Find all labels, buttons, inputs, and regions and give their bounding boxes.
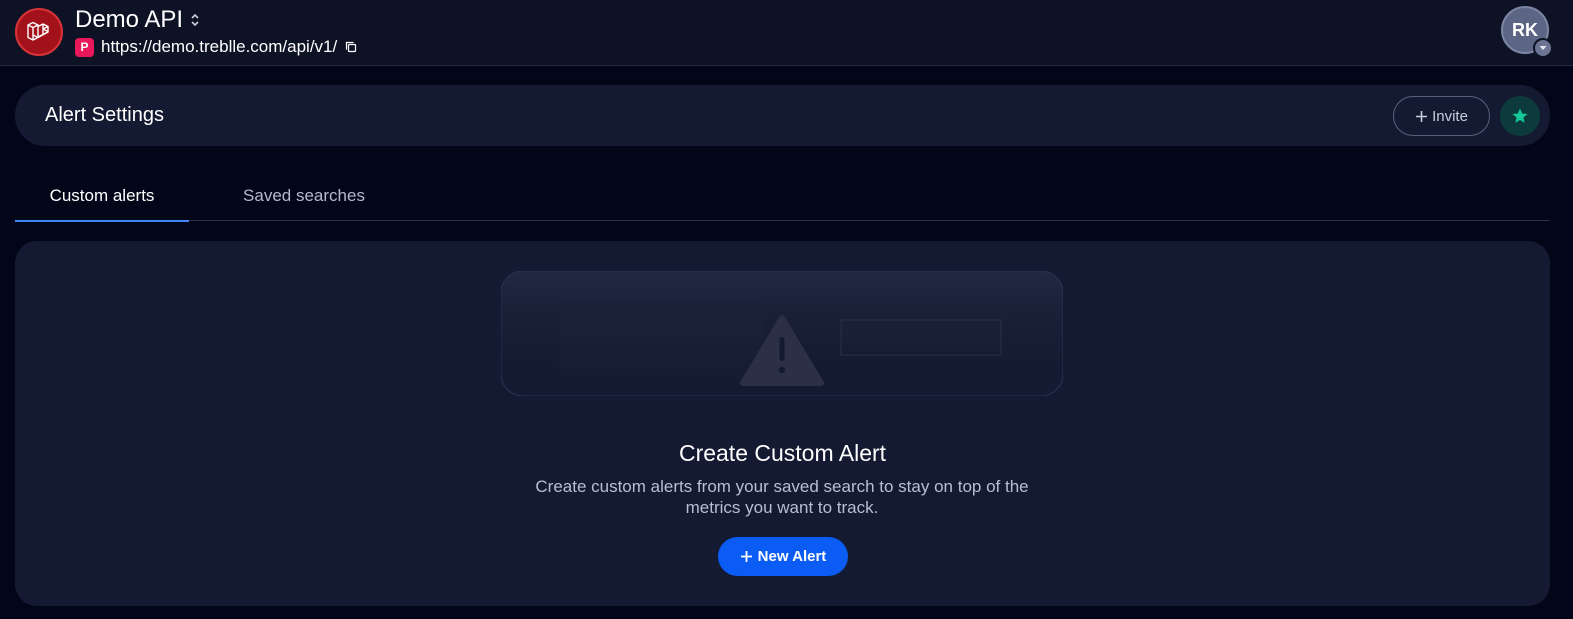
invite-button[interactable]: Invite — [1393, 96, 1490, 136]
tab-saved-searches[interactable]: Saved searches — [211, 170, 397, 221]
chevron-down-icon[interactable] — [1533, 38, 1553, 58]
chevron-up-down-icon[interactable] — [191, 13, 199, 27]
tab-bar: Custom alerts Saved searches — [15, 170, 1550, 222]
top-bar: Demo API P https://demo.treblle.com/api/… — [0, 0, 1573, 66]
copy-icon[interactable] — [345, 41, 357, 53]
new-alert-button-label: New Alert — [757, 548, 827, 565]
laravel-logo-icon[interactable] — [15, 8, 63, 56]
app-title[interactable]: Demo API — [75, 6, 199, 34]
custom-alerts-panel: Create Custom Alert Create custom alerts… — [15, 241, 1550, 606]
star-button[interactable] — [1500, 96, 1540, 136]
new-alert-button[interactable]: New Alert — [718, 537, 848, 576]
plus-icon — [1416, 110, 1428, 122]
page-header: Alert Settings Invite — [15, 85, 1550, 146]
invite-button-label: Invite — [1432, 107, 1468, 125]
tab-label: Saved searches — [243, 185, 365, 205]
page-title: Alert Settings — [45, 104, 164, 126]
user-avatar[interactable]: RK — [1501, 6, 1553, 58]
api-url: https://demo.treblle.com/api/v1/ — [101, 37, 338, 56]
empty-state-title: Create Custom Alert — [678, 440, 887, 466]
app-title-text: Demo API — [75, 6, 184, 33]
star-icon — [1512, 108, 1528, 123]
api-url-row: P https://demo.treblle.com/api/v1/ — [75, 37, 357, 57]
tab-custom-alerts[interactable]: Custom alerts — [15, 170, 189, 222]
empty-state-description: Create custom alerts from your saved sea… — [535, 477, 1029, 517]
empty-state-illustration — [500, 270, 1064, 397]
environment-badge: P — [75, 37, 94, 57]
avatar-initials: RK — [1512, 19, 1538, 40]
plus-icon — [740, 551, 752, 562]
tab-label: Custom alerts — [49, 185, 155, 205]
